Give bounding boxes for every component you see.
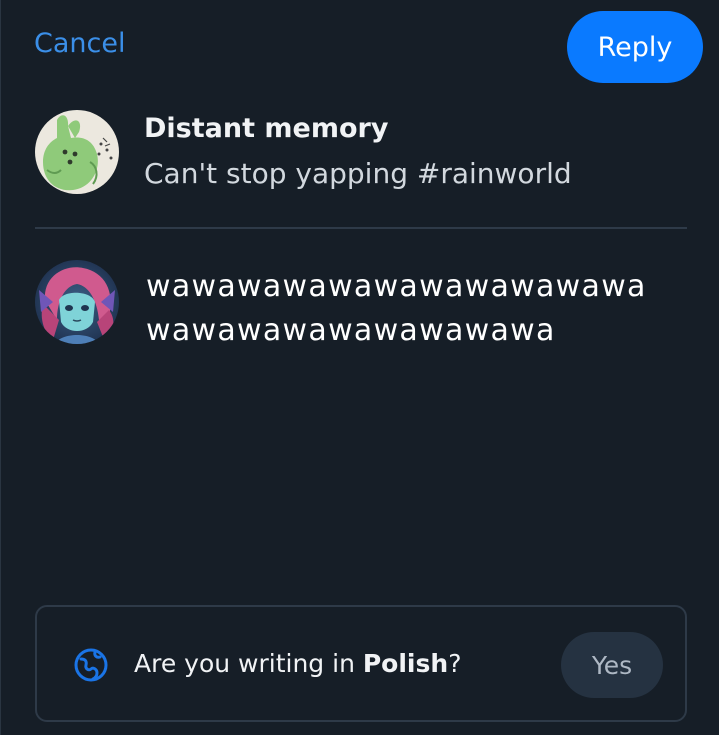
language-question-suffix: ? [448, 649, 462, 678]
language-question: Are you writing in Polish? [134, 649, 461, 678]
reply-composer: Cancel Reply Distant memory Can't stop y… [0, 0, 719, 735]
language-suggestion-banner: Are you writing in Polish? Yes [35, 605, 687, 722]
language-question-prefix: Are you writing in [134, 649, 363, 678]
globe-icon [73, 647, 109, 683]
user-avatar [35, 260, 119, 344]
parent-author-avatar[interactable] [35, 110, 119, 194]
yes-button[interactable]: Yes [561, 632, 663, 698]
parent-post-text: Can't stop yapping #rainworld [144, 157, 572, 190]
parent-author-name[interactable]: Distant memory [144, 113, 388, 144]
divider [35, 227, 687, 229]
detected-language: Polish [362, 649, 449, 678]
reply-button[interactable]: Reply [567, 11, 703, 83]
cancel-button[interactable]: Cancel [34, 28, 125, 59]
reply-text-input[interactable]: wawawawawawawawawawawawawawawawawawawawa [146, 265, 671, 353]
